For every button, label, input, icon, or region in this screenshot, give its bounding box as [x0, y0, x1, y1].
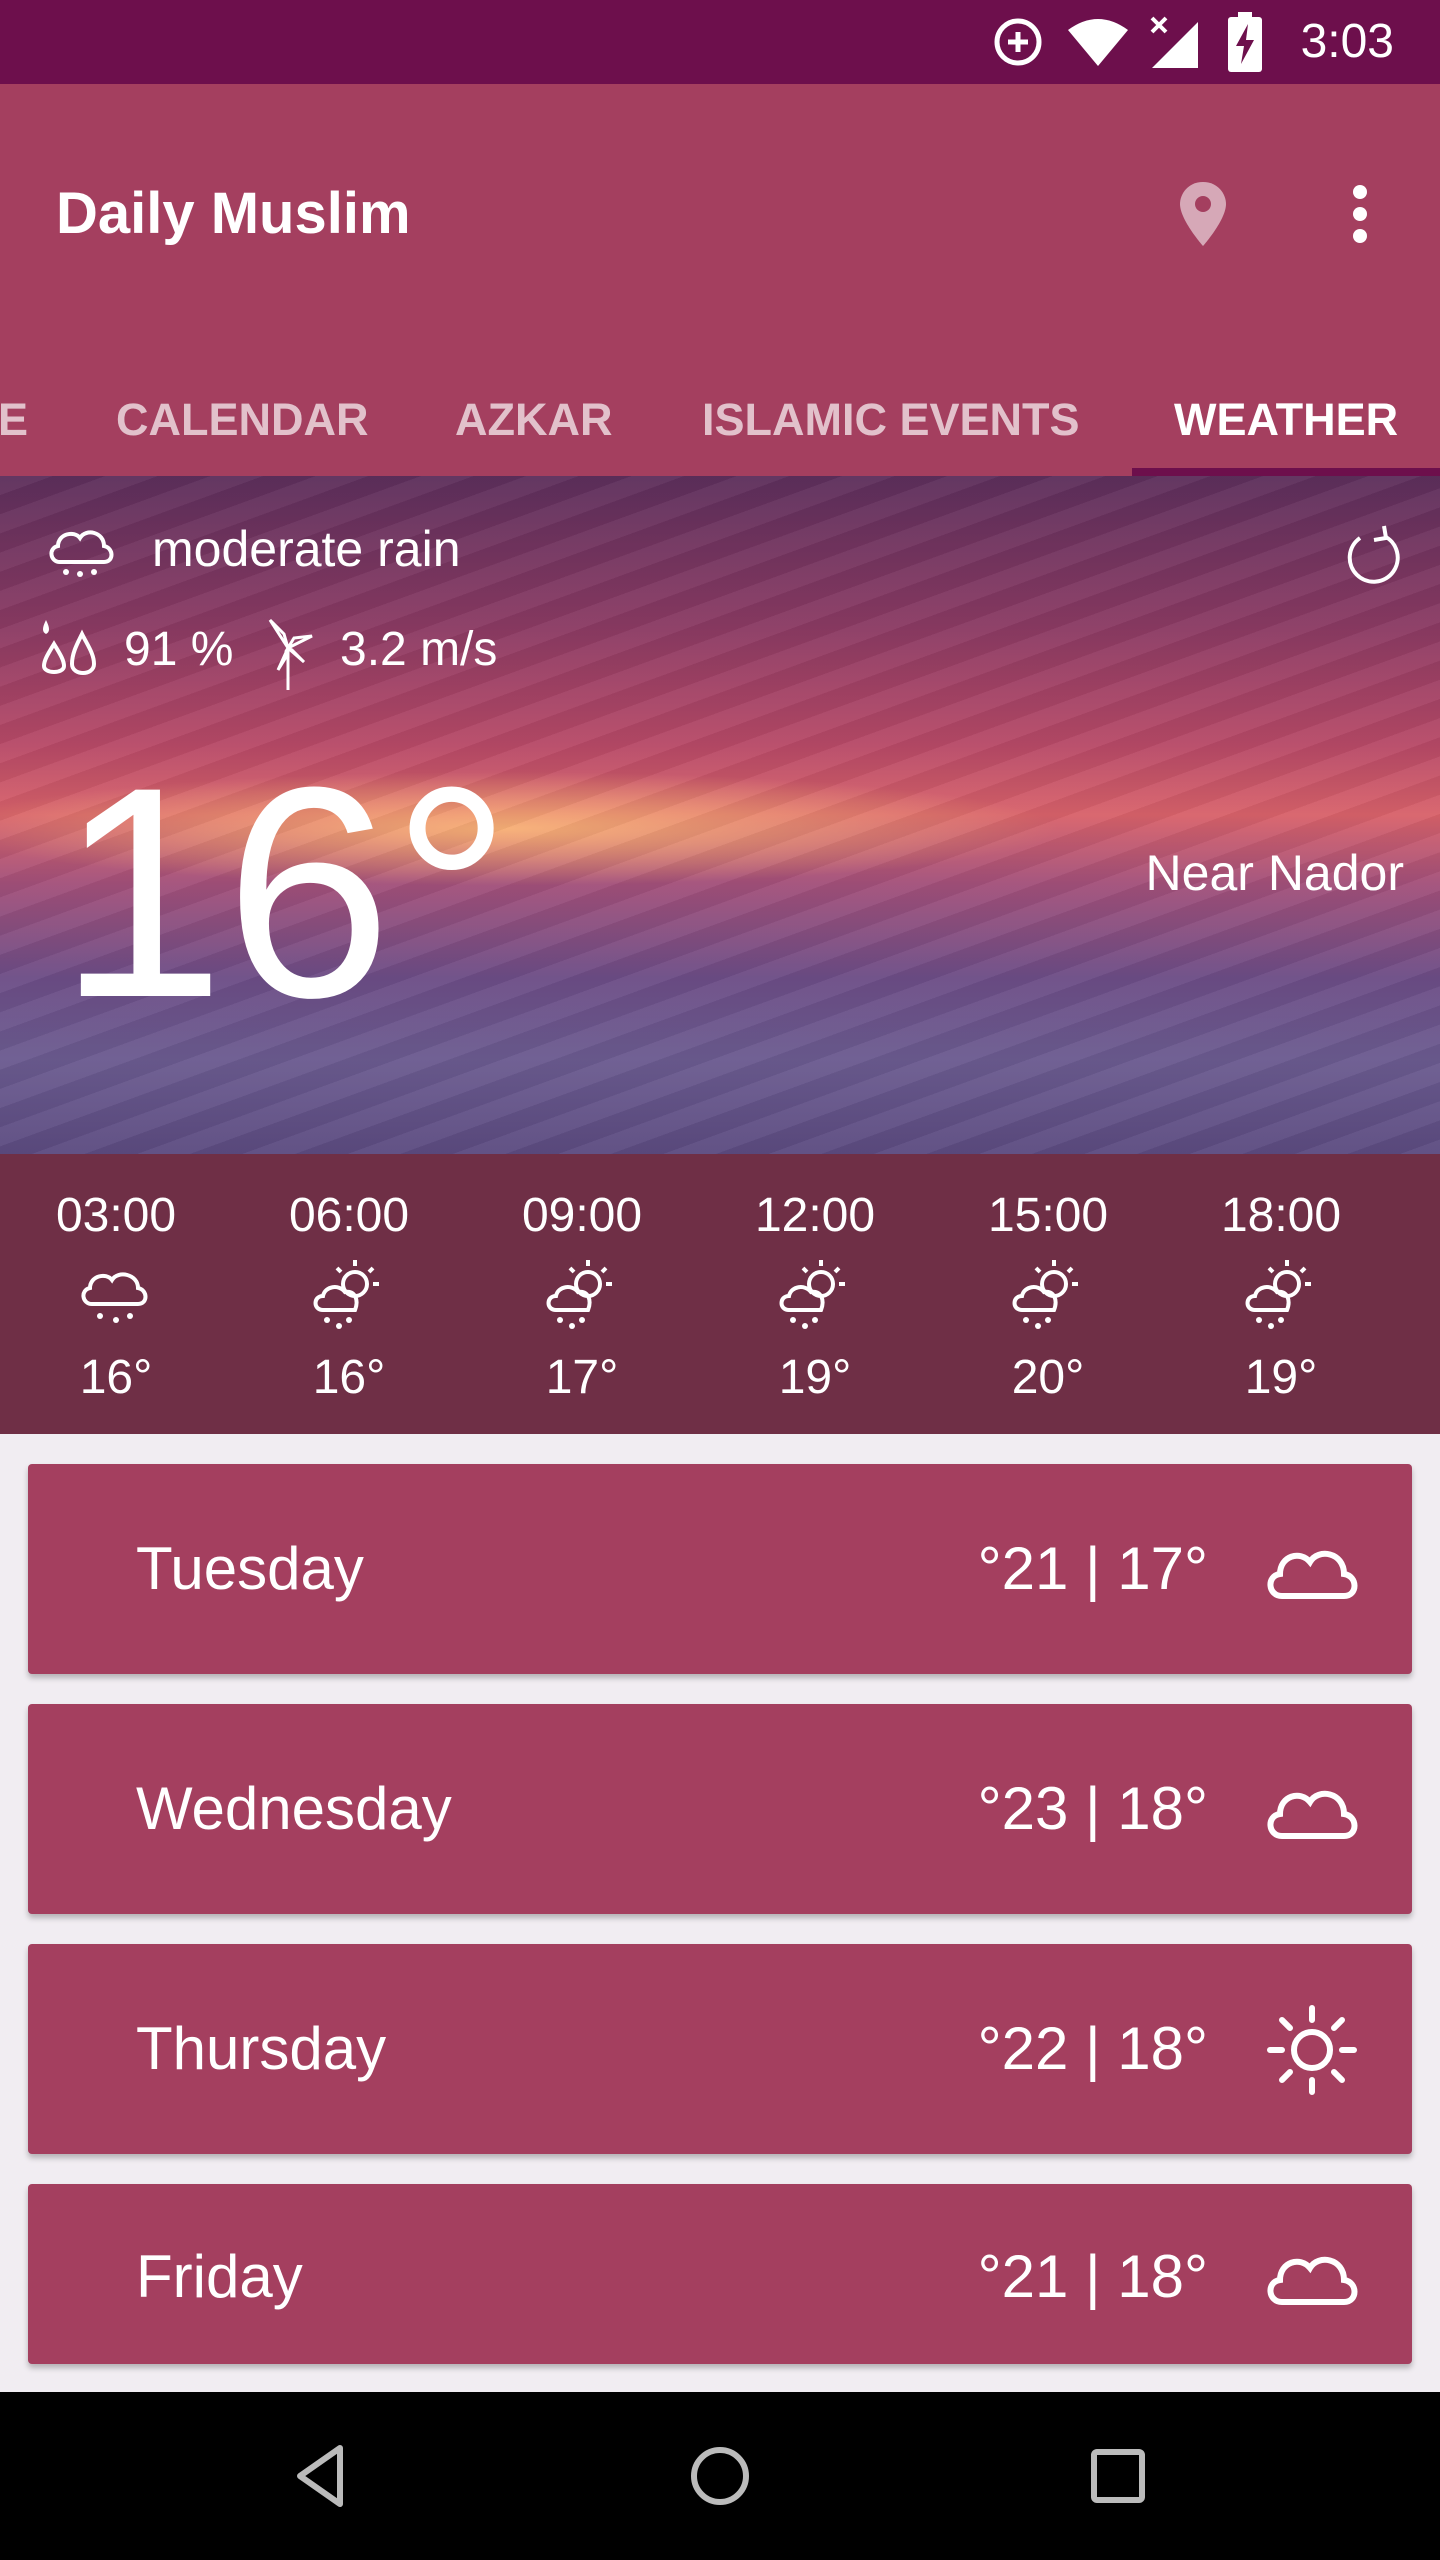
current-weather-panel: moderate rain 91 % 3.2 m/s 16° Near Nado…	[0, 476, 1440, 1154]
rain-cloud-icon	[81, 1272, 148, 1323]
hour-time: 15:00	[987, 1189, 1109, 1242]
day-name: Thursday	[136, 2015, 387, 2082]
signal-icon	[1150, 16, 1198, 68]
daily-item[interactable]: Wednesday °23 | 18°	[28, 1704, 1412, 1914]
hour-temp: 17°	[545, 1351, 619, 1404]
refresh-icon[interactable]	[1340, 524, 1406, 590]
tab-indicator	[1132, 468, 1440, 476]
day-temps: °21 | 18°	[977, 2243, 1208, 2310]
hour-temp: 19°	[778, 1351, 852, 1404]
hourly-item: 15:00 20°	[968, 1154, 1128, 1434]
hourly-item: 12:00 19°	[735, 1154, 895, 1434]
tab-partial[interactable]: E	[0, 364, 28, 476]
hour-time: 03:00	[55, 1189, 177, 1242]
hour-temp: 16°	[79, 1351, 153, 1404]
recents-icon[interactable]	[1078, 2436, 1158, 2516]
daily-forecast-list: Tuesday °21 | 17° Wednesday °23 | 18° Th…	[0, 1434, 1440, 2392]
navigation-bar	[0, 2392, 1440, 2560]
daily-item[interactable]: Tuesday °21 | 17°	[28, 1464, 1412, 1674]
sun-rain-icon	[546, 1260, 612, 1329]
location-pin-icon[interactable]	[1168, 174, 1238, 254]
cloud-icon	[1267, 2257, 1358, 2305]
daily-item[interactable]: Thursday °22 | 18°	[28, 1944, 1412, 2154]
day-temps: °22 | 18°	[977, 2015, 1208, 2082]
wind-value: 3.2 m/s	[340, 623, 498, 676]
hourly-item: 18:00 19°	[1201, 1154, 1361, 1434]
hourly-item: 03:00 16°	[36, 1154, 196, 1434]
hourly-forecast: 03:00 16° 06:00 16° 09:00 17° 12:00 19° …	[0, 1154, 1440, 1434]
sun-rain-icon	[779, 1260, 845, 1329]
app-bar: Daily Muslim E CALENDAR AZKAR ISLAMIC EV…	[0, 84, 1440, 476]
home-icon[interactable]	[680, 2436, 760, 2516]
day-name: Tuesday	[136, 1535, 364, 1602]
sun-rain-icon	[1012, 1260, 1078, 1329]
sun-rain-icon	[1245, 1260, 1311, 1329]
sun-rain-icon	[313, 1260, 379, 1329]
tab-bar: E CALENDAR AZKAR ISLAMIC EVENTS WEATHER	[0, 364, 1440, 476]
battery-charging-icon	[1228, 12, 1262, 72]
daily-item[interactable]: Friday °21 | 18°	[28, 2184, 1412, 2364]
status-bar: 3:03	[0, 0, 1440, 84]
cloud-icon	[1267, 1791, 1358, 1839]
day-name: Wednesday	[136, 1775, 452, 1842]
day-name: Friday	[136, 2243, 303, 2310]
rain-cloud-icon	[49, 530, 114, 577]
back-icon[interactable]	[282, 2436, 362, 2516]
cloud-icon	[1267, 1551, 1358, 1599]
tab-azkar[interactable]: AZKAR	[455, 364, 612, 476]
tab-calendar[interactable]: CALENDAR	[116, 364, 369, 476]
sun-icon	[1267, 2005, 1357, 2095]
condition-text: moderate rain	[152, 521, 461, 577]
tab-islamic-events[interactable]: ISLAMIC EVENTS	[702, 364, 1080, 476]
location-text: Near Nador	[1145, 845, 1404, 901]
more-vert-icon[interactable]	[1330, 174, 1390, 254]
current-temperature: 16°	[58, 724, 512, 1060]
hourly-item: 06:00 16°	[269, 1154, 429, 1434]
day-temps: °21 | 17°	[977, 1535, 1208, 1602]
hourly-item: 09:00 17°	[502, 1154, 662, 1434]
hour-time: 06:00	[288, 1189, 410, 1242]
humidity-icon	[41, 620, 97, 675]
hour-time: 12:00	[754, 1189, 876, 1242]
wifi-icon	[1068, 19, 1128, 66]
app-title: Daily Muslim	[56, 181, 411, 246]
humidity-value: 91 %	[124, 623, 234, 676]
hour-temp: 16°	[312, 1351, 386, 1404]
hour-time: 09:00	[521, 1189, 643, 1242]
hour-temp: 20°	[1011, 1351, 1085, 1404]
tab-weather[interactable]: WEATHER	[1174, 364, 1398, 476]
hour-temp: 19°	[1244, 1351, 1318, 1404]
wind-icon	[268, 618, 313, 690]
day-temps: °23 | 18°	[977, 1775, 1208, 1842]
hour-time: 18:00	[1220, 1189, 1342, 1242]
data-saver-icon	[994, 18, 1042, 66]
status-time: 3:03	[1300, 15, 1394, 68]
